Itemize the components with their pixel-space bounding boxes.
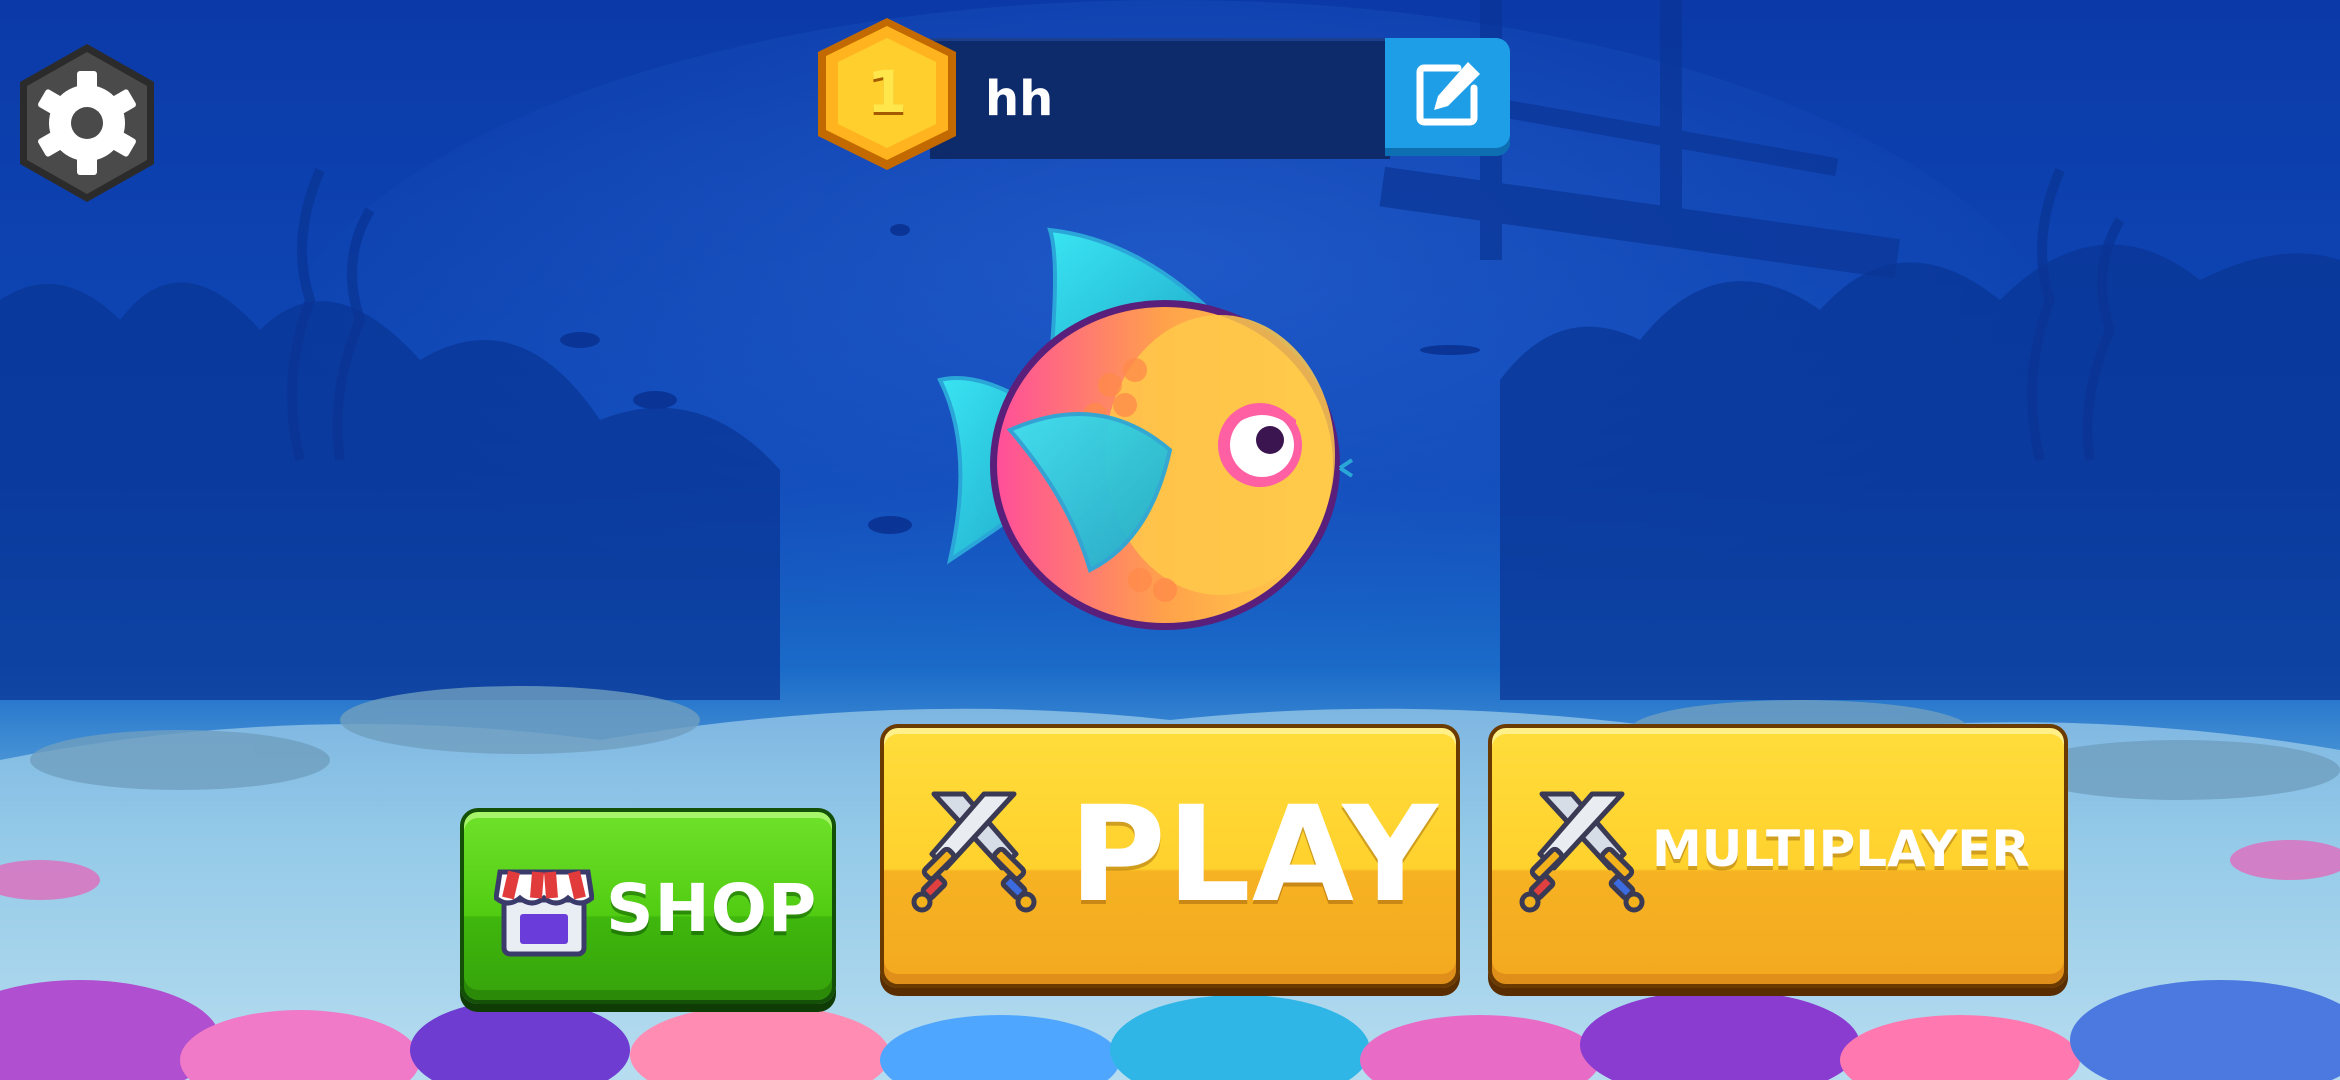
crossed-swords-icon xyxy=(911,791,1037,913)
player-level: 1 xyxy=(866,58,908,126)
shop-icon xyxy=(494,869,594,957)
crossed-swords-icon xyxy=(1519,791,1645,913)
edit-name-button[interactable] xyxy=(1385,38,1510,156)
settings-button[interactable] xyxy=(16,42,158,204)
shop-label: SHOP xyxy=(606,870,818,947)
edit-icon xyxy=(1416,62,1480,126)
multiplayer-button[interactable]: MULTIPLAYER xyxy=(1488,724,2068,988)
shop-button[interactable]: SHOP xyxy=(460,808,836,1004)
player-name[interactable]: hh xyxy=(985,64,1285,134)
multiplayer-label: MULTIPLAYER xyxy=(1652,820,2030,878)
play-label: PLAY xyxy=(1069,778,1439,932)
player-fish-character xyxy=(937,227,1354,630)
gear-icon xyxy=(20,44,154,202)
play-button[interactable]: PLAY xyxy=(880,724,1460,988)
